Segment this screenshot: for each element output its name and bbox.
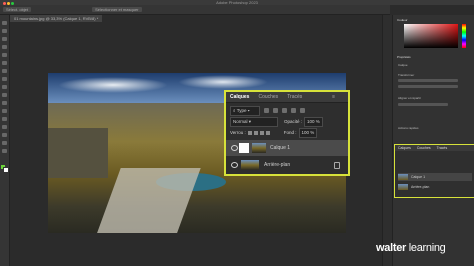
layer-thumbnail [252,143,266,153]
lock-all-icon[interactable] [265,130,270,135]
layer-name: Calque 1 [411,175,426,179]
visibility-eye-icon[interactable] [231,162,238,168]
properties-field[interactable] [398,85,458,88]
layer-row[interactable]: Calque 1 [398,173,472,181]
image-filter-icon[interactable] [264,108,269,114]
eraser-tool-icon[interactable] [2,101,7,105]
filter-type-select[interactable]: ⌕ Type ▾ [230,106,260,116]
rock-region [48,128,108,178]
blend-mode-select[interactable]: Normal ▾ [230,117,278,127]
tools-panel [0,15,10,266]
tab-couches[interactable]: Couches [258,94,278,100]
hand-tool-icon[interactable] [2,149,7,153]
lock-row: Verrou : Fond :100 % [230,128,346,138]
lock-pixels-icon[interactable] [247,130,252,135]
properties-field[interactable] [398,79,458,82]
tab-calques[interactable]: Calques [398,146,411,150]
layer-filter-row: ⌕ Type ▾ [230,106,346,116]
right-panels [392,15,474,266]
opacity-label: Opacité : [284,119,303,124]
brush-tool-icon[interactable] [2,77,7,81]
properties-section-label: Calque [398,63,408,67]
layer-mask-thumbnail [239,143,249,153]
panel-menu-icon[interactable]: ≡ [332,92,335,102]
properties-section-label: Aligner et répartir [398,96,422,100]
tab-traces[interactable]: Tracés [437,146,448,150]
layer-thumbnail [398,184,408,191]
layer-row[interactable]: Calque 1 [226,140,348,156]
history-brush-tool-icon[interactable] [2,93,7,97]
layer-row[interactable]: Arrière-plan [226,157,348,173]
mini-layers-panel: Calques Couches Tracés Calque 1 Arrière-pl… [394,144,474,198]
opacity-input[interactable]: 100 % [304,117,323,127]
brand-logo: walter learning [376,242,446,254]
document-tab[interactable]: 01 mountains.jpg @ 33,3% (Calque 1, RVB/… [10,15,103,22]
properties-field[interactable] [398,103,448,106]
tab-calques[interactable]: Calques [230,94,249,100]
tab-couches[interactable]: Couches [417,146,431,150]
blend-mode-value: Normal [233,119,248,124]
cloud [58,77,168,93]
lock-label: Verrou : [230,130,246,135]
properties-panel-tab[interactable]: Propriétés [397,55,411,59]
visibility-eye-icon[interactable] [231,145,238,151]
filter-type-value: Type [236,108,247,113]
layer-name: Calque 1 [270,145,291,151]
background-color-swatch[interactable] [3,167,9,173]
hue-slider[interactable] [462,24,466,48]
lock-position-icon[interactable] [259,130,264,135]
layer-row[interactable]: Arrière-plan [398,183,472,191]
layers-panel-callout: Calques Couches Tracés ≡ ⌕ Type ▾ Normal ▾… [224,90,350,176]
brand-part-1: walter [376,242,406,254]
select-and-mask-button[interactable]: Sélectionner et masquer [92,7,142,12]
eyedropper-tool-icon[interactable] [2,61,7,65]
options-bar: Sélect. objet Sélectionner et masquer [0,5,390,15]
smart-object-filter-icon[interactable] [300,108,305,114]
properties-section-label: Actions rapides [398,126,419,130]
layer-thumbnail [241,160,259,170]
select-object-button[interactable]: Sélect. objet [3,7,32,12]
gradient-tool-icon[interactable] [2,109,7,113]
layer-name: Arrière-plan [411,185,430,189]
properties-section-label: Transformer [398,73,415,77]
color-field[interactable] [404,24,458,48]
marquee-tool-icon[interactable] [2,29,7,33]
blur-tool-icon[interactable] [2,117,7,121]
adjustment-filter-icon[interactable] [273,108,278,114]
crop-tool-icon[interactable] [2,53,7,57]
brand-part-2: learning [406,242,446,254]
blend-row: Normal ▾ Opacité :100 % [230,117,346,127]
tab-traces[interactable]: Tracés [287,94,302,100]
lasso-tool-icon[interactable] [2,37,7,41]
layer-name: Arrière-plan [264,162,291,168]
type-filter-icon[interactable] [282,108,287,114]
mini-layers-tabs: Calques Couches Tracés [395,145,474,151]
color-panel-tab[interactable]: Couleur [397,18,408,22]
layers-panel-tabs: Calques Couches Tracés ≡ [226,92,348,103]
lock-paint-icon[interactable] [253,130,258,135]
dodge-tool-icon[interactable] [2,125,7,129]
shape-filter-icon[interactable] [291,108,296,114]
layer-thumbnail [398,174,408,181]
fill-input[interactable]: 100 % [298,128,318,138]
quick-select-tool-icon[interactable] [2,45,7,49]
stamp-tool-icon[interactable] [2,85,7,89]
cloud [178,75,268,89]
lock-icon [334,162,340,169]
move-tool-icon[interactable] [2,21,7,25]
fill-label: Fond : [283,130,297,135]
type-tool-icon[interactable] [2,141,7,145]
pen-tool-icon[interactable] [2,133,7,137]
healing-tool-icon[interactable] [2,69,7,73]
